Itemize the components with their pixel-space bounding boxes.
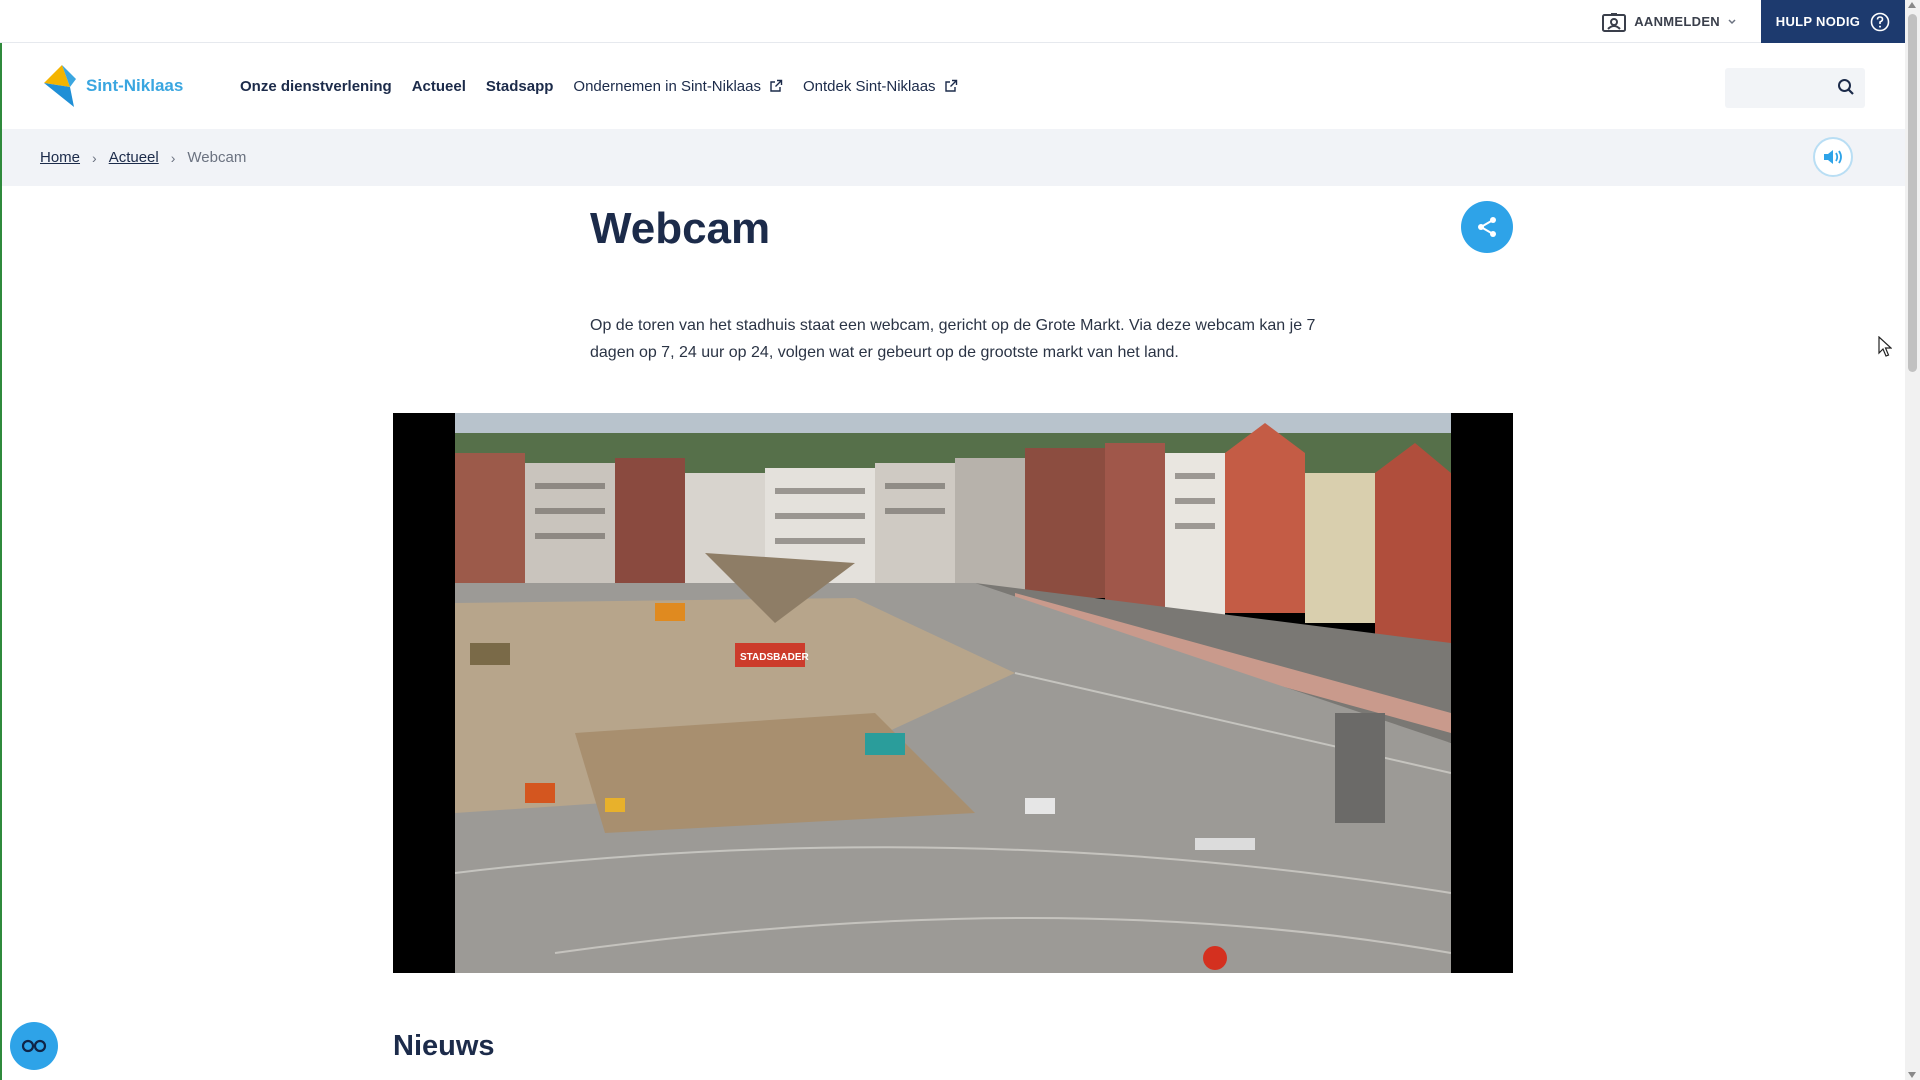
utility-bar: AANMELDEN HULP NODIG (0, 0, 1905, 43)
external-link-icon (770, 79, 783, 92)
search-box (1725, 68, 1865, 108)
window-edge (0, 43, 2, 1080)
site-logo[interactable]: Sint-Niklaas (40, 63, 183, 109)
logo-text: Sint-Niklaas (86, 76, 184, 95)
breadcrumb-current: Webcam (187, 149, 247, 166)
webcam-sign-text: STADSBADER (740, 652, 809, 663)
breadcrumb-separator: › (170, 149, 176, 166)
share-button[interactable] (1461, 201, 1513, 253)
webcam-player[interactable]: STADSBADER (393, 413, 1513, 973)
search-input[interactable] (1725, 68, 1825, 108)
nav-label: Onze dienstverlening (240, 77, 392, 95)
breadcrumb-separator: › (92, 149, 97, 166)
accessibility-button[interactable] (10, 1022, 58, 1070)
nav-item-stadsapp[interactable]: Stadsapp (486, 78, 554, 95)
chevron-down-icon (1728, 18, 1736, 24)
news-heading: Nieuws (393, 1030, 495, 1062)
webcam-image: STADSBADER (455, 413, 1451, 973)
main-nav: Onze dienstverlening Actueel Stadsapp On… (240, 43, 958, 129)
nav-item-actueel[interactable]: Actueel (412, 78, 466, 95)
help-label: HULP NODIG (1775, 14, 1861, 29)
question-circle-icon (1870, 12, 1890, 31)
page-scrollbar[interactable] (1905, 0, 1920, 1080)
page-title: Webcam (590, 204, 771, 253)
nav-item-dienstverlening[interactable]: Onze dienstverlening (240, 78, 392, 95)
external-link-icon (944, 79, 957, 92)
intro-text: Op de toren van het stadhuis staat een w… (590, 317, 1316, 361)
help-button[interactable]: HULP NODIG (1761, 0, 1905, 43)
scroll-down-arrow[interactable] (1908, 1072, 1916, 1078)
breadcrumb-actueel[interactable]: Actueel (109, 149, 159, 166)
nav-label: Ondernemen in Sint-Niklaas (573, 77, 761, 95)
nav-label: Actueel (411, 77, 466, 95)
login-label: AANMELDEN (1634, 14, 1720, 29)
login-button[interactable]: AANMELDEN (1602, 0, 1736, 43)
scroll-up-arrow[interactable] (1908, 2, 1916, 8)
share-icon (1478, 217, 1496, 237)
speaker-icon (1824, 150, 1842, 164)
read-aloud-button[interactable] (1813, 137, 1853, 177)
breadcrumb: Home › Actueel › Webcam (40, 129, 246, 186)
accessibility-icon (21, 1039, 47, 1053)
site-header: Sint-Niklaas Onze dienstverlening Actuee… (0, 43, 1905, 129)
breadcrumb-home[interactable]: Home (40, 149, 80, 166)
nav-item-ondernemen[interactable]: Ondernemen in Sint-Niklaas (573, 78, 783, 95)
logo-mark-icon (44, 65, 76, 107)
breadcrumb-bar: Home › Actueel › Webcam (0, 129, 1905, 186)
search-icon (1838, 79, 1854, 95)
nav-item-ontdek[interactable]: Ontdek Sint-Niklaas (803, 78, 958, 95)
scrollbar-thumb[interactable] (1908, 14, 1917, 372)
id-card-icon (1602, 12, 1627, 32)
search-button[interactable] (1837, 78, 1855, 101)
nav-label: Ontdek Sint-Niklaas (803, 77, 936, 95)
nav-label: Stadsapp (485, 77, 554, 95)
mouse-cursor-icon (1878, 336, 1892, 357)
